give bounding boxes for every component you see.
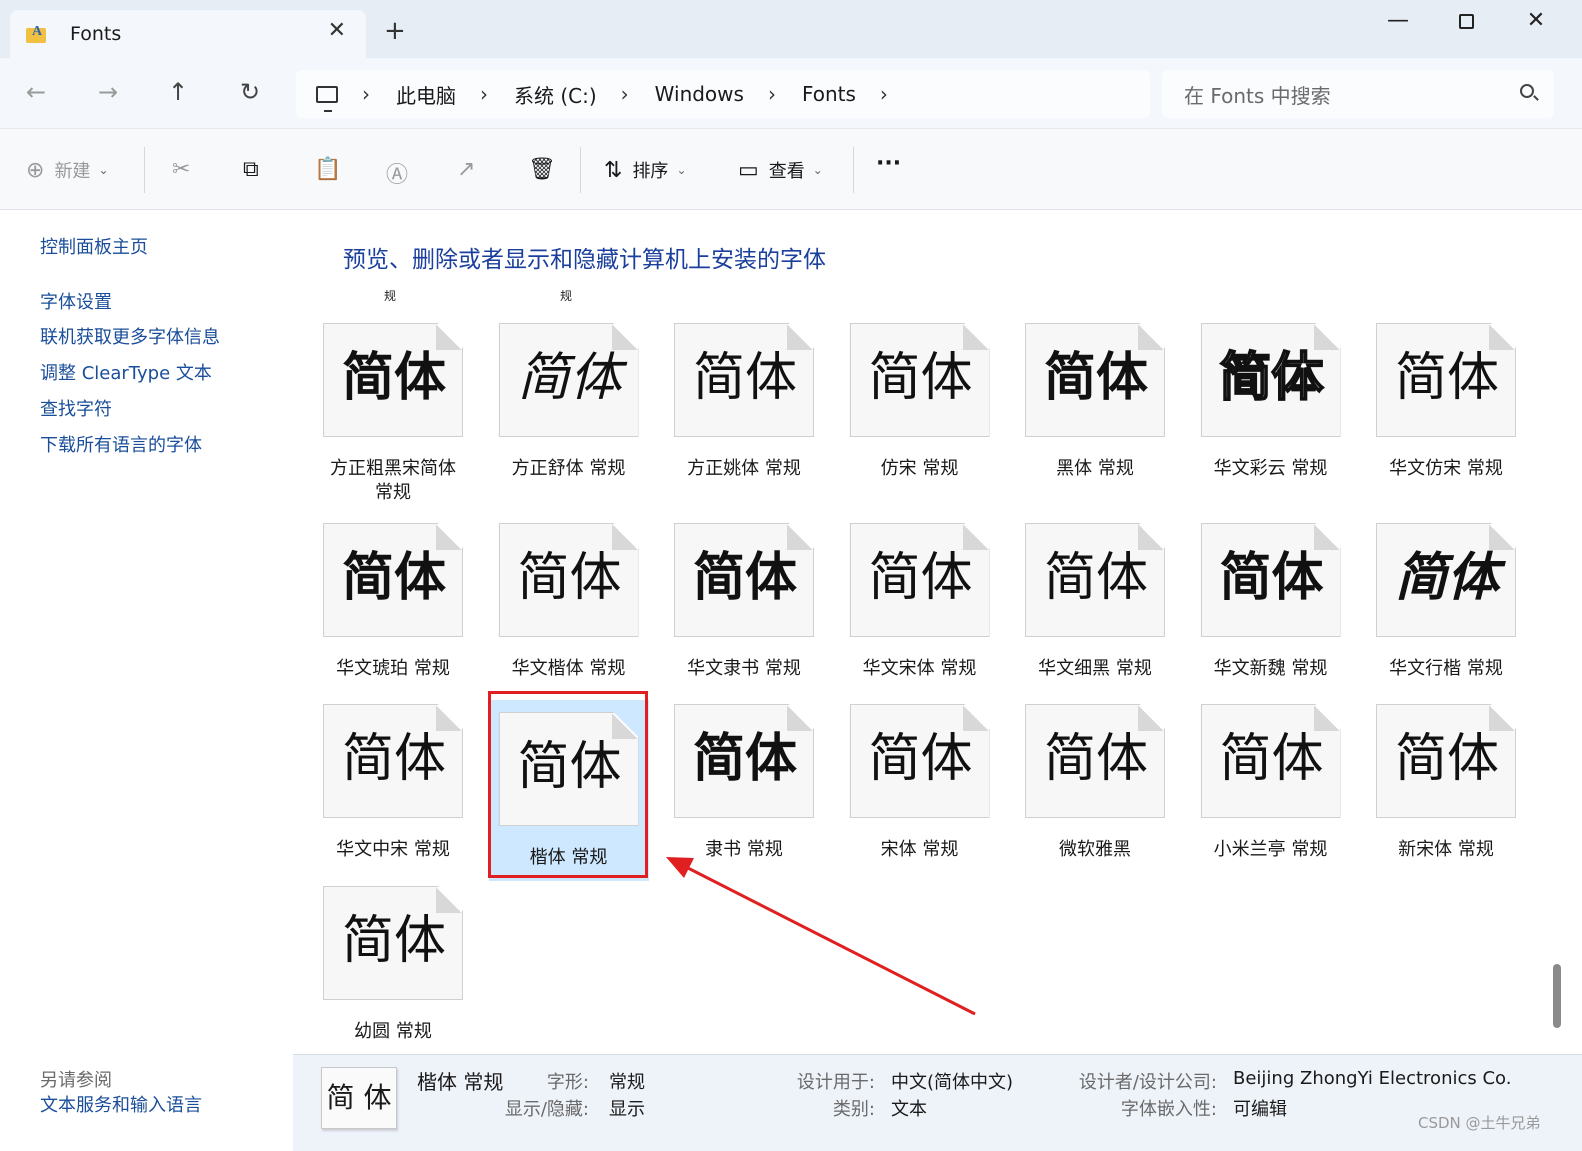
category-value: 文本 — [891, 1099, 927, 1120]
arrow-shaft — [683, 864, 976, 1016]
watermark-text: CSDN @土牛兄弟 — [1418, 1114, 1541, 1132]
font-name: 楷体 常规 — [417, 1070, 504, 1094]
style-value: 常规 — [609, 1072, 645, 1093]
embeddability-label: 字体嵌入性: — [1120, 1099, 1217, 1120]
designer-value: Beijing ZhongYi Electronics Co. — [1233, 1068, 1512, 1089]
red-arrow-annotation — [666, 857, 976, 1016]
style-label: 字形: — [546, 1072, 589, 1093]
font-thumbnail: 简 体 — [321, 1067, 397, 1129]
designer-label: 设计者/设计公司: — [1078, 1072, 1217, 1093]
showhide-value: 显示 — [609, 1099, 645, 1120]
details-pane: 简 体 楷体 常规 字形: 常规 显示/隐藏: 显示 设计用于: 中文(简体中文… — [293, 1054, 1582, 1151]
designed-for-label: 设计用于: — [796, 1072, 875, 1093]
showhide-label: 显示/隐藏: — [504, 1099, 589, 1120]
scrollbar-thumb[interactable] — [1553, 964, 1561, 1028]
category-label: 类别: — [832, 1099, 875, 1120]
embeddability-value: 可编辑 — [1233, 1099, 1287, 1120]
designed-for-value: 中文(简体中文) — [891, 1072, 1014, 1093]
